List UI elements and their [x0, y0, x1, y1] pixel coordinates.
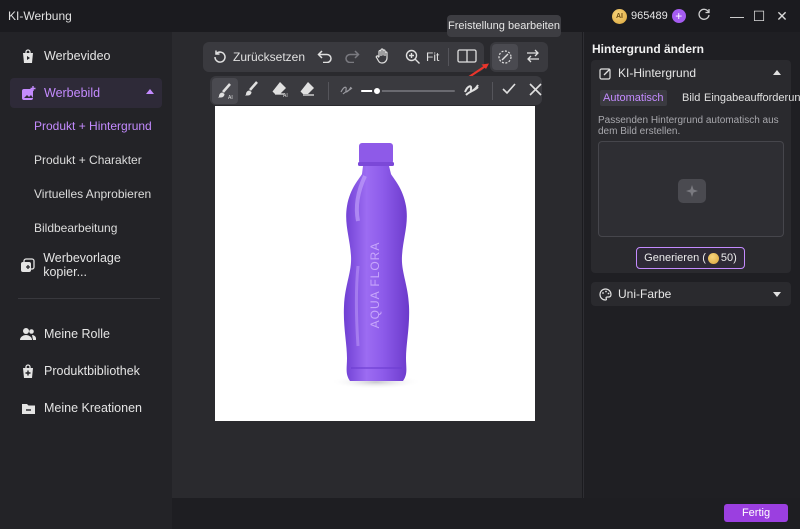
sidebar-subitem-produkt-hintergrund[interactable]: Produkt + Hintergrund	[34, 119, 152, 133]
toolbar-divider	[492, 81, 493, 100]
ai-brush-icon[interactable]: AI	[212, 77, 238, 104]
copy-template-icon	[20, 257, 35, 273]
add-credits-button[interactable]: +	[671, 9, 686, 23]
video-bag-icon	[20, 48, 36, 64]
close-button[interactable]: ✕	[772, 6, 792, 26]
zoom-icon	[405, 49, 421, 64]
reset-label: Zurücksetzen	[233, 50, 306, 64]
confirm-icon[interactable]	[501, 82, 517, 99]
coin-icon: AI	[612, 8, 627, 24]
sidebar-subitem-produkt-charakter[interactable]: Produkt + Charakter	[34, 153, 142, 167]
folder-icon	[20, 400, 36, 416]
tab-bild[interactable]: Bild	[682, 90, 700, 106]
sidebar-item-label: Meine Kreationen	[44, 401, 142, 415]
refresh-icon[interactable]	[694, 6, 714, 26]
image-sparkle-icon	[678, 179, 706, 203]
product-image[interactable]: AQUA FLORA	[215, 106, 535, 421]
sidebar-item-label: Produktbibliothek	[44, 364, 140, 378]
sidebar-subitem-bildbearbeitung[interactable]: Bildbearbeitung	[34, 221, 117, 235]
generate-cost: 50)	[720, 252, 737, 264]
sidebar-item-produktbibliothek[interactable]: Produktbibliothek	[10, 356, 162, 386]
image-plus-icon	[20, 85, 36, 101]
edit-icon	[599, 67, 611, 80]
cutout-toolbar	[490, 42, 548, 72]
sidebar-item-meine-kreationen[interactable]: Meine Kreationen	[10, 393, 162, 423]
tab-eingabeaufforderung[interactable]: Eingabeaufforderung	[704, 90, 800, 106]
chevron-up-icon	[146, 89, 154, 94]
minimize-button[interactable]: —	[727, 6, 747, 26]
tooltip: Freistellung bearbeiten	[447, 15, 561, 37]
view-toolbar: Zurücksetzen Fit	[203, 42, 484, 72]
uni-color-header[interactable]: Uni-Farbe	[599, 282, 671, 306]
toolbar-divider	[328, 81, 329, 100]
sidebar-item-label: Meine Rolle	[44, 327, 111, 341]
undo-icon[interactable]	[317, 49, 333, 66]
coin-icon	[707, 252, 719, 264]
zoom-fit-button[interactable]: Fit	[405, 49, 439, 65]
uni-color-card[interactable]: Uni-Farbe	[591, 282, 791, 306]
sidebar-divider	[18, 298, 160, 299]
cutout-edit-icon[interactable]	[492, 44, 518, 70]
sidebar-item-meine-rolle[interactable]: Meine Rolle	[10, 319, 162, 349]
generate-label: Generieren (	[644, 252, 706, 264]
done-button[interactable]: Fertig	[724, 504, 788, 522]
ai-eraser-icon[interactable]: AI	[271, 80, 289, 101]
credits-value: 965489	[631, 10, 668, 22]
eraser-icon[interactable]	[298, 80, 316, 101]
generate-button[interactable]: Generieren ( 50)	[636, 247, 745, 269]
users-icon	[20, 326, 36, 342]
chevron-up-icon[interactable]	[773, 70, 781, 75]
cancel-icon[interactable]	[529, 82, 542, 99]
auto-description: Passenden Hintergrund automatisch aus de…	[598, 115, 779, 137]
reset-button[interactable]: Zurücksetzen	[212, 49, 305, 65]
sidebar-item-werbevorlage[interactable]: Werbevorlage kopier...	[10, 250, 162, 280]
svg-text:AI: AI	[228, 95, 233, 100]
slider-handle[interactable]	[372, 85, 382, 96]
uni-color-title: Uni-Farbe	[618, 287, 672, 301]
swap-icon[interactable]	[526, 49, 540, 66]
toolbar-divider	[448, 48, 450, 66]
credits-display[interactable]: AI 965489 +	[612, 7, 686, 25]
sidebar-item-werbevideo[interactable]: Werbevideo	[10, 41, 162, 71]
ai-background-title: KI-Hintergrund	[618, 66, 697, 80]
title-bar: KI-Werbung AI 965489 + — ☐ ✕	[0, 0, 800, 32]
tab-automatisch[interactable]: Automatisch	[600, 90, 667, 106]
bag-plus-icon	[20, 363, 36, 379]
svg-text:AI: AI	[283, 93, 288, 98]
brush-size-large-icon	[463, 81, 481, 100]
sidebar-subitem-virtuelles-anprobieren[interactable]: Virtuelles Anprobieren	[34, 187, 151, 201]
reset-icon	[214, 50, 226, 63]
background-preview-area[interactable]	[598, 141, 784, 237]
fit-label: Fit	[426, 50, 440, 64]
brush-size-slider[interactable]	[361, 84, 455, 98]
maximize-button[interactable]: ☐	[749, 6, 769, 26]
brush-size-small-icon	[339, 82, 355, 99]
sidebar-item-label: Werbevideo	[44, 49, 111, 63]
redo-icon[interactable]	[344, 49, 360, 66]
brush-toolbar: AI AI	[210, 76, 542, 105]
bottom-bar	[172, 498, 800, 529]
hand-pan-icon[interactable]	[375, 47, 390, 67]
chevron-down-icon[interactable]	[773, 292, 781, 297]
sidebar-item-label: Werbevorlage kopier...	[43, 251, 121, 279]
panel-title: Hintergrund ändern	[592, 42, 705, 56]
bottle-brand-text: AQUA FLORA	[368, 241, 382, 329]
ai-background-header[interactable]: KI-Hintergrund	[599, 61, 696, 85]
palette-icon	[599, 287, 612, 301]
sidebar-item-werbebild[interactable]: Werbebild	[10, 78, 162, 108]
app-title: KI-Werbung	[8, 9, 72, 23]
sidebar-item-label: Werbebild	[44, 86, 101, 100]
brush-icon[interactable]	[242, 80, 260, 101]
